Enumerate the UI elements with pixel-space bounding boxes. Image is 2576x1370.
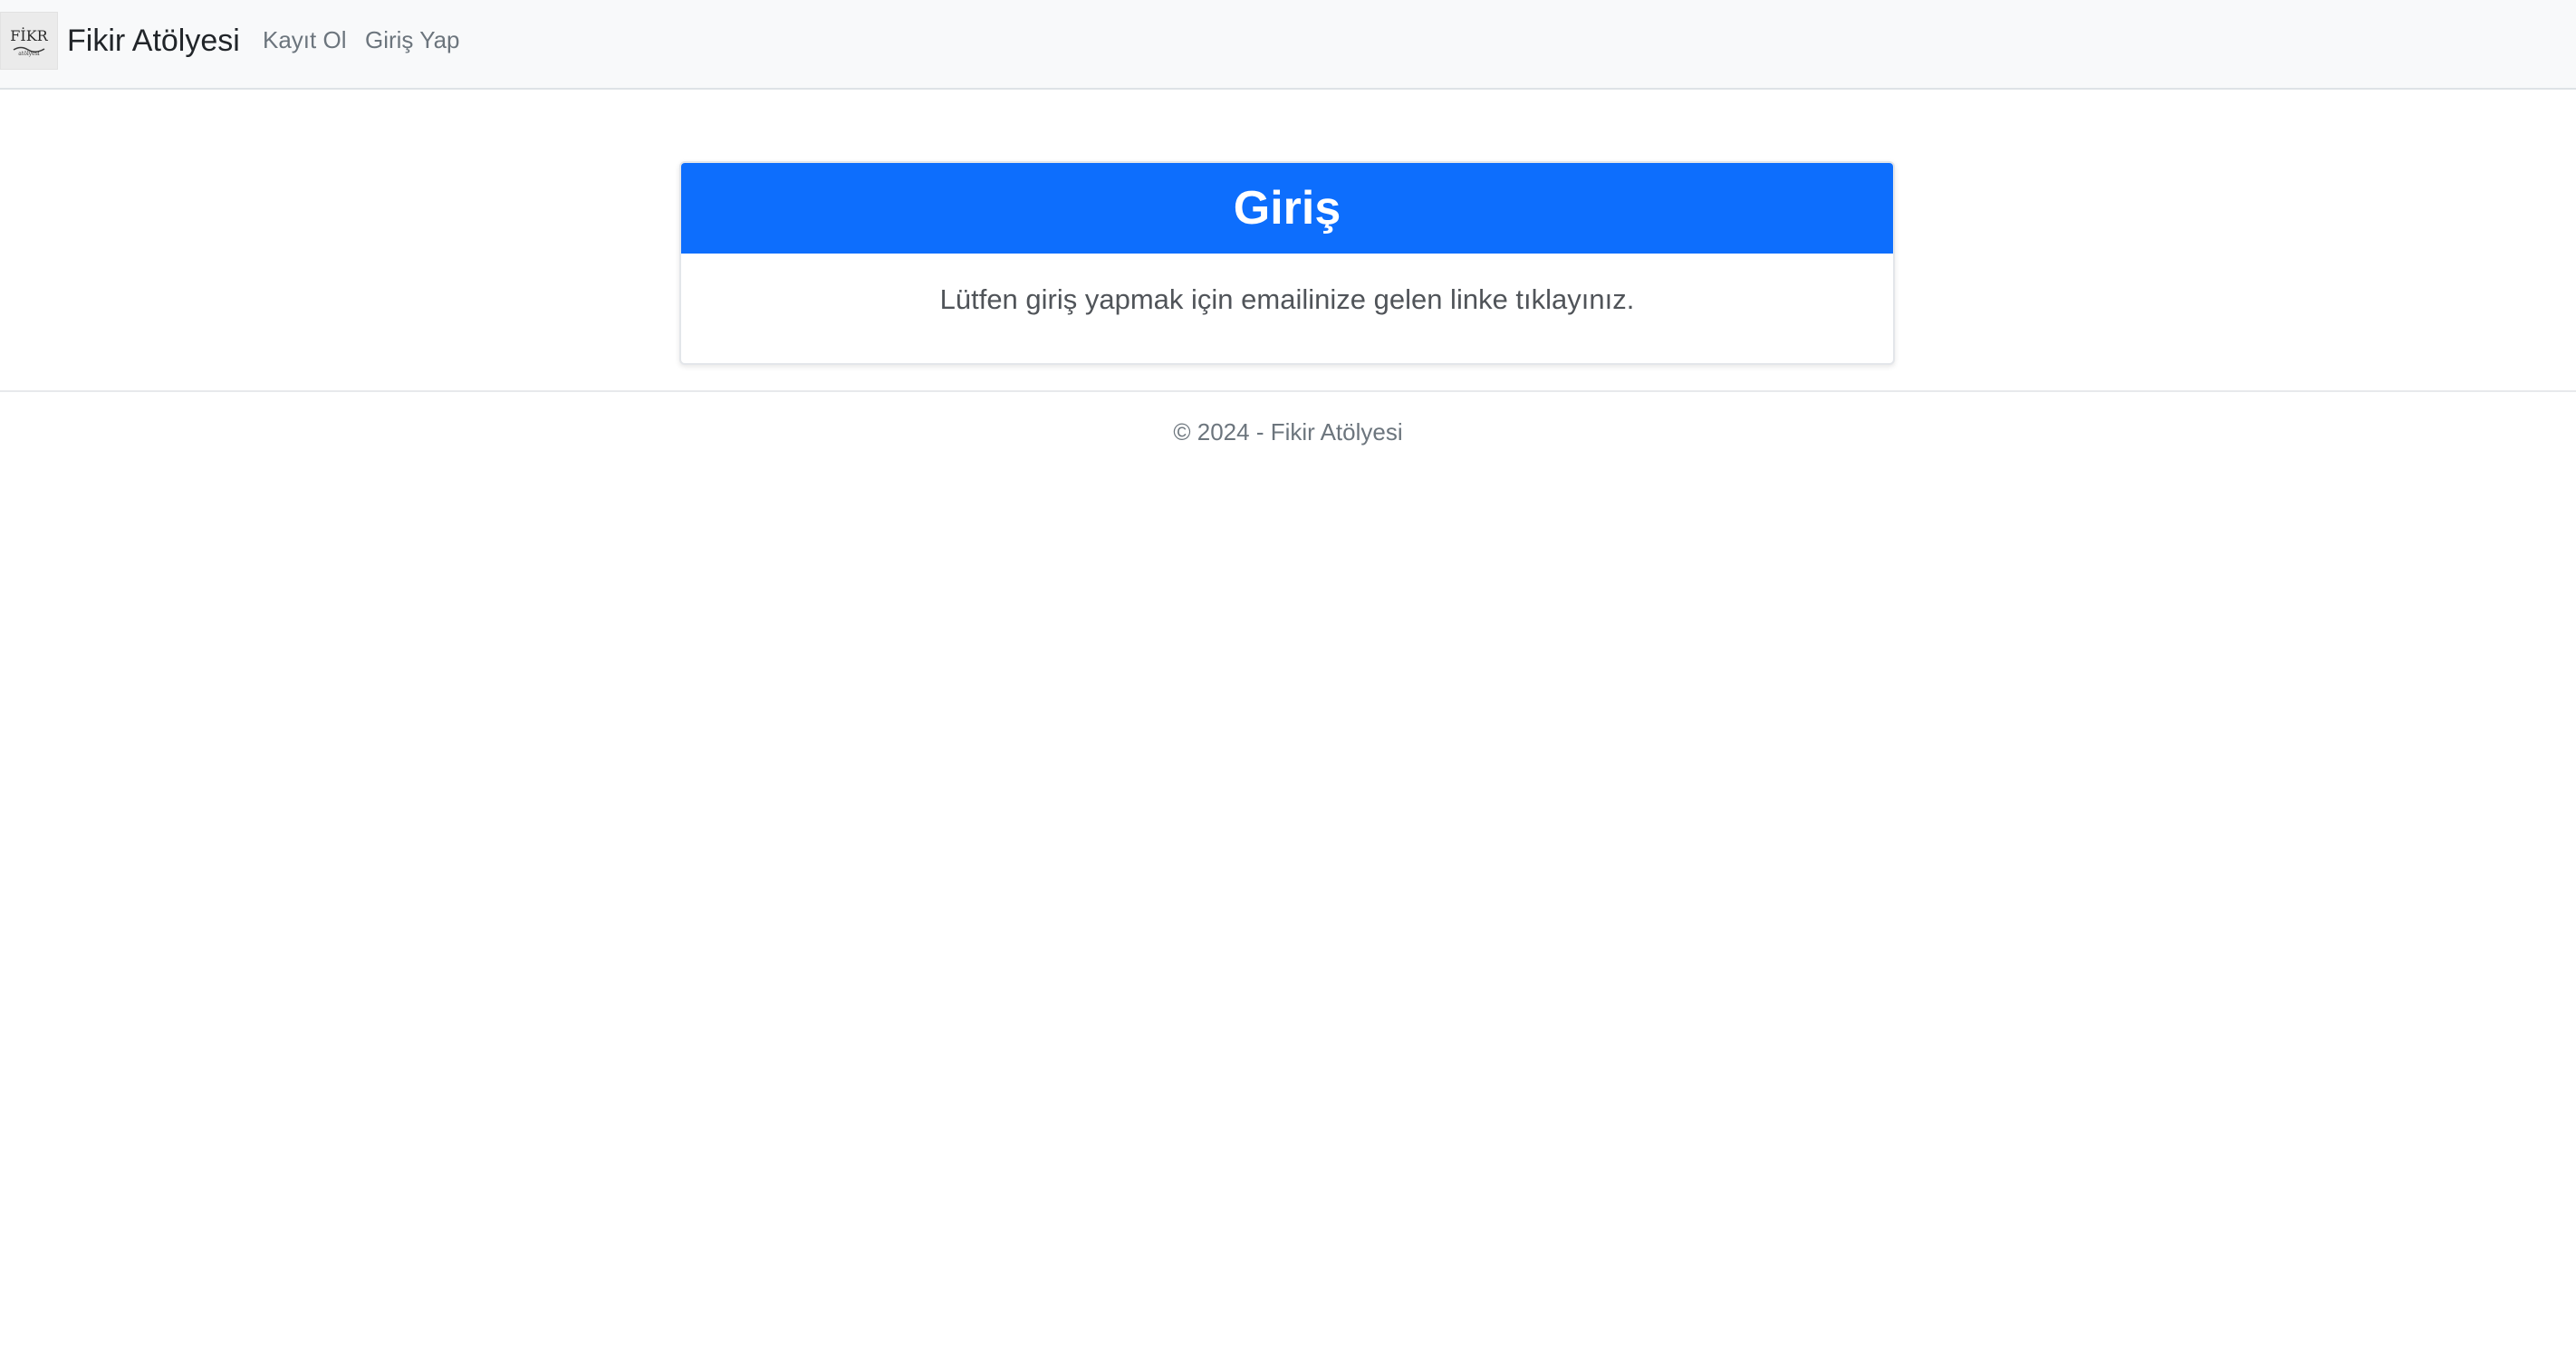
- fikir-atolyesi-logo-icon: FİKR atölyesi: [0, 12, 58, 70]
- brand-link[interactable]: FİKR atölyesi Fikir Atölyesi: [0, 12, 240, 70]
- login-card-title: Giriş: [1233, 182, 1341, 235]
- nav-link-login[interactable]: Giriş Yap: [365, 27, 460, 53]
- svg-text:FİKR: FİKR: [10, 26, 48, 44]
- footer-divider: [0, 390, 2576, 392]
- top-navbar: FİKR atölyesi Fikir Atölyesi Kayıt Ol Gi…: [0, 0, 2576, 90]
- login-card-header: Giriş: [681, 163, 1893, 254]
- svg-text:atölyesi: atölyesi: [18, 51, 40, 57]
- login-instruction-text: Lütfen giriş yapmak için emailinize gele…: [939, 283, 1635, 315]
- nav-link-register[interactable]: Kayıt Ol: [263, 27, 346, 53]
- login-card: Giriş Lütfen giriş yapmak için emailiniz…: [679, 161, 1895, 365]
- brand-name: Fikir Atölyesi: [67, 24, 240, 58]
- login-card-body: Lütfen giriş yapmak için emailinize gele…: [681, 254, 1893, 316]
- footer-copyright: © 2024 - Fikir Atölyesi: [1173, 418, 1403, 445]
